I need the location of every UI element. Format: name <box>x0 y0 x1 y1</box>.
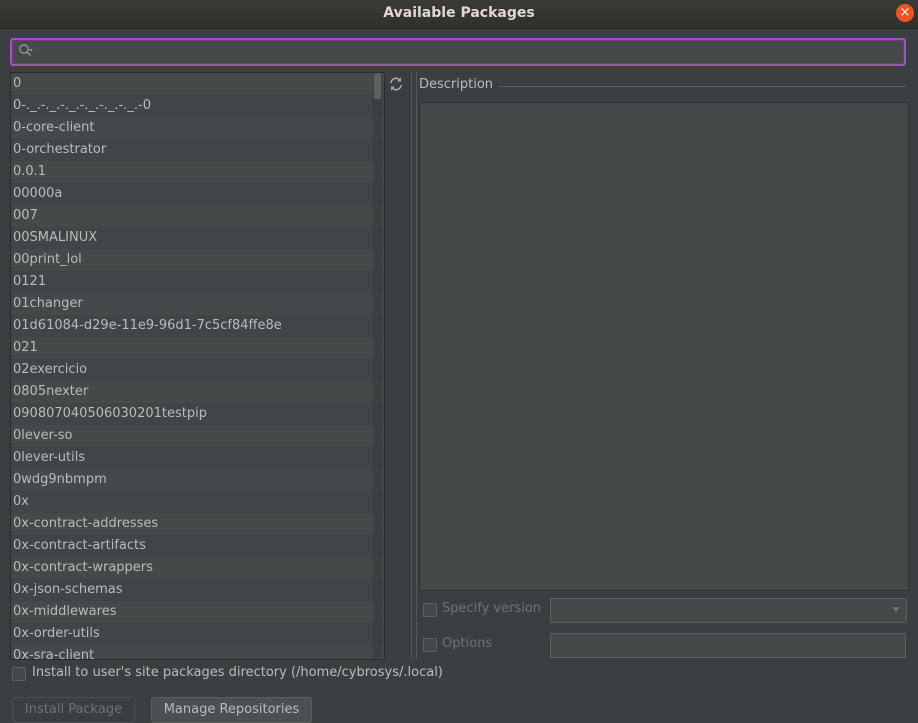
package-list-item[interactable]: 00SMALINUX <box>11 227 384 249</box>
package-list-item[interactable]: 0x-json-schemas <box>11 579 384 601</box>
title-bar: Available Packages × <box>0 0 918 29</box>
package-list-item[interactable]: 00000a <box>11 183 384 205</box>
package-list-item[interactable]: 0-._.-._.-._.-._.-._.-._.-0 <box>11 95 384 117</box>
package-list-item[interactable]: 0 <box>11 73 384 95</box>
package-list-item[interactable]: 0wdg9nbmpm <box>11 469 384 491</box>
search-icon <box>19 44 33 56</box>
package-list-item[interactable]: 0805nexter <box>11 381 384 403</box>
refresh-icon[interactable] <box>388 76 404 92</box>
window-title: Available Packages <box>383 5 535 21</box>
search-field[interactable] <box>10 38 906 66</box>
package-list-item[interactable]: 021 <box>11 337 384 359</box>
package-list-item[interactable]: 01d61084-d29e-11e9-96d1-7c5cf84ffe8e <box>11 315 384 337</box>
package-list-item[interactable]: 007 <box>11 205 384 227</box>
panel-splitter[interactable] <box>409 72 417 658</box>
options-field[interactable] <box>550 633 906 658</box>
scrollbar-thumb[interactable] <box>374 73 381 99</box>
install-user-checkbox[interactable] <box>12 667 26 681</box>
package-list-item[interactable]: 0x-sra-client <box>11 645 384 659</box>
version-select[interactable] <box>550 598 907 623</box>
package-list-item[interactable]: 0-core-client <box>11 117 384 139</box>
package-list-item[interactable]: 0lever-utils <box>11 447 384 469</box>
package-list-item[interactable]: 02exercicio <box>11 359 384 381</box>
description-divider <box>499 86 906 87</box>
close-button[interactable]: × <box>896 4 914 22</box>
package-list-item[interactable]: 0x-contract-wrappers <box>11 557 384 579</box>
package-list-item[interactable]: 0x-middlewares <box>11 601 384 623</box>
options-label: Options <box>442 636 493 651</box>
options-checkbox[interactable] <box>423 638 437 652</box>
package-list-item[interactable]: 0x-contract-artifacts <box>11 535 384 557</box>
package-list[interactable]: 0 0-._.-._.-._.-._.-._.-._.-0 0-core-clien… <box>10 72 385 660</box>
close-icon: × <box>899 5 911 20</box>
package-list-item[interactable]: 0121 <box>11 271 384 293</box>
manage-repositories-button[interactable]: Manage Repositories <box>151 697 312 723</box>
list-scrollbar[interactable] <box>373 73 382 658</box>
package-list-item[interactable]: 0x <box>11 491 384 513</box>
package-list-item[interactable]: 0x-contract-addresses <box>11 513 384 535</box>
package-list-item[interactable]: 00print_lol <box>11 249 384 271</box>
package-list-item[interactable]: 0lever-so <box>11 425 384 447</box>
search-input[interactable] <box>40 42 894 62</box>
description-area <box>419 102 909 591</box>
package-list-item[interactable]: 0x-order-utils <box>11 623 384 645</box>
package-list-item[interactable]: 0-orchestrator <box>11 139 384 161</box>
package-list-item[interactable]: 090807040506030201testpip <box>11 403 384 425</box>
install-user-label: Install to user's site packages director… <box>32 665 443 680</box>
package-list-item[interactable]: 01changer <box>11 293 384 315</box>
install-package-button[interactable]: Install Package <box>12 697 135 723</box>
chevron-down-icon[interactable] <box>892 607 900 612</box>
description-label: Description <box>419 77 500 92</box>
specify-version-label: Specify version <box>442 601 542 616</box>
package-list-item[interactable]: 0.0.1 <box>11 161 384 183</box>
specify-version-checkbox[interactable] <box>423 603 437 617</box>
